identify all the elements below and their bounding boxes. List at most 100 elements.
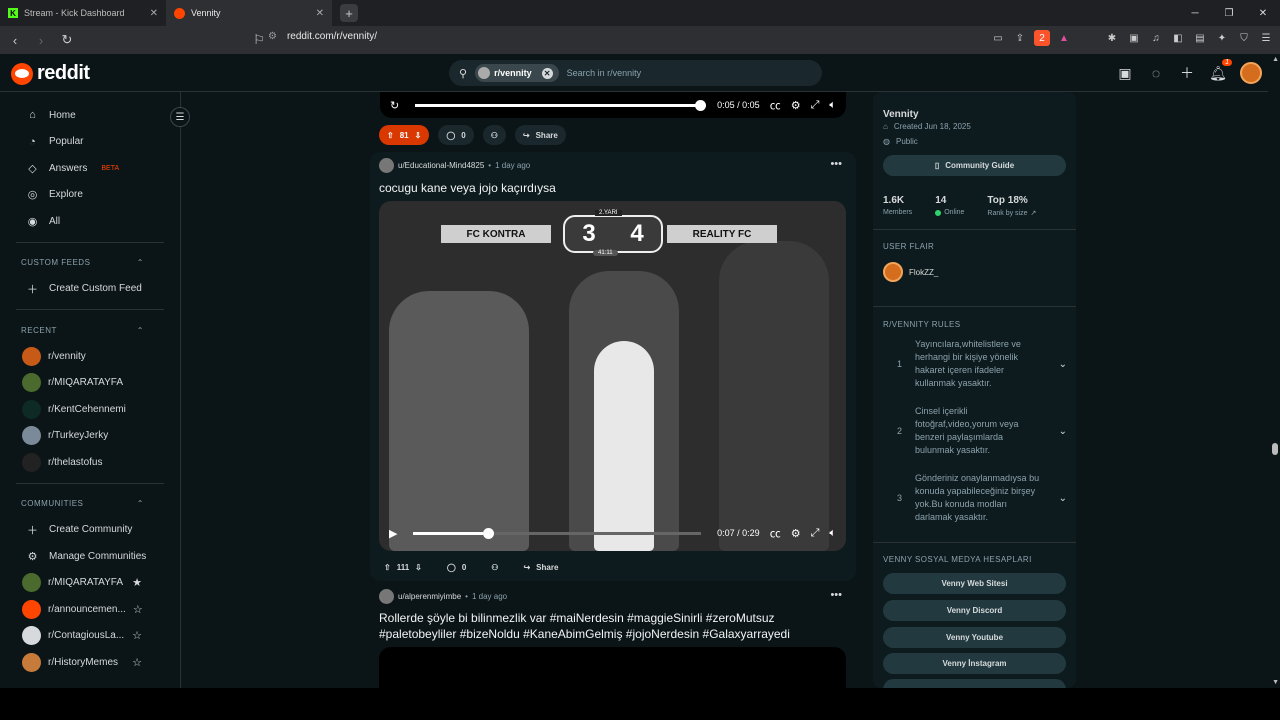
- back-icon[interactable]: ‹: [4, 29, 26, 51]
- community-item[interactable]: r/ContagiousLa... ☆: [0, 623, 180, 650]
- create-post-icon[interactable]: ＋: [1178, 64, 1196, 82]
- brave-rewards-icon[interactable]: ▲: [1056, 30, 1072, 46]
- collapse-nav-button[interactable]: ☰: [170, 107, 190, 127]
- video-player[interactable]: FC KONTRA 3 4 2.YARI 41:11 REALITY FC ▶ …: [379, 201, 846, 551]
- new-tab-button[interactable]: +: [340, 4, 358, 22]
- fullscreen-icon[interactable]: ⤢: [811, 99, 820, 112]
- recent-header[interactable]: RECENT ⌃: [0, 317, 180, 343]
- nav-answers[interactable]: ◇ Answers BETA: [0, 155, 180, 182]
- advertise-icon[interactable]: ▣: [1116, 64, 1134, 82]
- settings-icon[interactable]: ⚙: [791, 99, 801, 112]
- settings-icon[interactable]: ⚙: [791, 527, 801, 540]
- vpn-shield-icon[interactable]: ⛉: [1236, 30, 1252, 46]
- wallet-icon[interactable]: ▤: [1192, 30, 1208, 46]
- top-progress-track[interactable]: [415, 99, 707, 111]
- award-button[interactable]: ⚇: [482, 125, 506, 145]
- leo-ai-icon[interactable]: ✦: [1214, 30, 1230, 46]
- recent-item[interactable]: r/KentCehennemi: [0, 396, 180, 423]
- menu-icon[interactable]: ☰: [1258, 30, 1274, 46]
- star-outline-icon[interactable]: ☆: [132, 629, 142, 642]
- scroll-up-icon[interactable]: ▲: [1272, 56, 1279, 63]
- downvote-icon[interactable]: ⇩: [415, 131, 422, 140]
- community-item[interactable]: r/MIQARATAYFA ★: [0, 570, 180, 597]
- chevron-down-icon[interactable]: ⌄: [1059, 425, 1067, 438]
- post-card[interactable]: u/Educational-Mind4825 • 1 day ago ••• c…: [370, 152, 856, 581]
- manage-communities[interactable]: ⚙ Manage Communities: [0, 543, 180, 570]
- scroll-down-icon[interactable]: ▼: [1272, 679, 1279, 686]
- volume-icon[interactable]: 🔈︎: [829, 99, 836, 112]
- search-bar[interactable]: ⚲ r/vennity ✕ Search in r/vennity: [449, 60, 822, 86]
- browser-tab-vennity[interactable]: Vennity ✕: [166, 0, 332, 26]
- recent-item[interactable]: r/vennity: [0, 343, 180, 370]
- close-icon[interactable]: ✕: [150, 8, 158, 19]
- chat-icon[interactable]: ◌: [1147, 64, 1165, 82]
- downvote-icon[interactable]: ⇩: [415, 563, 422, 572]
- user-flair[interactable]: FlokZZ_: [883, 262, 938, 282]
- user-avatar[interactable]: [1240, 62, 1262, 84]
- rule-item[interactable]: 3 Gönderiniz onaylanmadıysa bu konuda yap…: [897, 472, 1067, 524]
- community-item[interactable]: r/HistoryMemes ☆: [0, 649, 180, 676]
- comments-button[interactable]: ◯ 0: [438, 125, 474, 145]
- author-name[interactable]: u/alperenmiyimbe: [398, 592, 461, 601]
- scroll-thumb[interactable]: [1272, 443, 1278, 455]
- reddit-logo[interactable]: reddit: [11, 62, 90, 85]
- more-options-icon[interactable]: •••: [830, 158, 842, 170]
- play-icon[interactable]: ▶: [389, 527, 397, 540]
- replay-icon[interactable]: ↻: [390, 99, 399, 112]
- search-input[interactable]: Search in r/vennity: [567, 68, 642, 78]
- post-title[interactable]: Rollerde şöyle bi bilinmezlik var #maiNe…: [379, 610, 839, 642]
- create-custom-feed[interactable]: ＋ Create Custom Feed: [0, 276, 180, 303]
- minimize-icon[interactable]: ─: [1178, 0, 1212, 26]
- forward-icon[interactable]: ›: [30, 29, 52, 51]
- social-link-more[interactable]: [883, 679, 1066, 688]
- community-guide-button[interactable]: ▯ Community Guide: [883, 155, 1066, 176]
- rule-item[interactable]: 2 Cinsel içerikli fotoğraf,video,yorum ve…: [897, 405, 1067, 457]
- social-link-website[interactable]: Venny Web Sitesi: [883, 573, 1066, 594]
- rule-item[interactable]: 1 Yayıncılara,whitelistlere ve herhangi b…: [897, 338, 1067, 390]
- custom-feeds-header[interactable]: CUSTOM FEEDS ⌃: [0, 250, 180, 276]
- clear-chip-icon[interactable]: ✕: [541, 67, 553, 79]
- recent-item[interactable]: r/TurkeyJerky: [0, 423, 180, 450]
- fullscreen-icon[interactable]: ⤢: [811, 527, 820, 540]
- recent-item[interactable]: r/MIQARATAYFA: [0, 370, 180, 397]
- page-scrollbar[interactable]: ▲ ▼: [1268, 54, 1280, 688]
- nav-all[interactable]: ◉ All: [0, 208, 180, 235]
- close-window-icon[interactable]: ✕: [1246, 0, 1280, 26]
- progress-knob[interactable]: [482, 527, 494, 539]
- close-icon[interactable]: ✕: [316, 8, 324, 19]
- cast-icon[interactable]: ▭: [990, 30, 1006, 46]
- stat-rank[interactable]: Top 18% Rank by size ↗: [987, 195, 1036, 217]
- brave-shields-icon[interactable]: 2: [1034, 30, 1050, 46]
- author-avatar[interactable]: [379, 158, 394, 173]
- browser-tab-kick[interactable]: K Stream - Kick Dashboard ✕: [0, 0, 166, 26]
- subreddit-search-chip[interactable]: r/vennity ✕: [475, 64, 559, 82]
- vote-control[interactable]: ⇧ 81 ⇩: [379, 125, 430, 145]
- create-community[interactable]: ＋ Create Community: [0, 517, 180, 544]
- star-filled-icon[interactable]: ★: [132, 576, 142, 589]
- upvote-icon[interactable]: ⇧: [384, 563, 391, 572]
- share-page-icon[interactable]: ⇪: [1012, 30, 1028, 46]
- screenshot-icon[interactable]: ▣: [1126, 30, 1142, 46]
- post-media[interactable]: [379, 647, 846, 688]
- author-avatar[interactable]: [379, 589, 394, 604]
- award-button[interactable]: ⚇: [483, 557, 506, 577]
- comments-button[interactable]: ◯ 0: [439, 557, 474, 577]
- captions-icon[interactable]: ㏄: [770, 525, 781, 541]
- nav-home[interactable]: ⌂ Home: [0, 102, 180, 129]
- progress-track[interactable]: [413, 527, 702, 539]
- post-title[interactable]: cocugu kane veya jojo kaçırdıysa: [379, 180, 839, 196]
- sidebar-toggle-icon[interactable]: ◧: [1170, 30, 1186, 46]
- music-icon[interactable]: ♫: [1148, 30, 1164, 46]
- share-button[interactable]: ↪ Share: [515, 557, 566, 577]
- star-outline-icon[interactable]: ☆: [132, 656, 142, 669]
- nav-popular[interactable]: ◔ Popular: [0, 129, 180, 156]
- volume-icon[interactable]: 🔈︎: [829, 527, 836, 540]
- chevron-down-icon[interactable]: ⌄: [1059, 492, 1067, 505]
- community-item[interactable]: r/announcemen... ☆: [0, 596, 180, 623]
- site-info-icon[interactable]: ⚙: [268, 31, 277, 42]
- communities-header[interactable]: COMMUNITIES ⌃: [0, 491, 180, 517]
- more-options-icon[interactable]: •••: [830, 589, 842, 601]
- author-name[interactable]: u/Educational-Mind4825: [398, 161, 484, 170]
- share-button[interactable]: ↪ Share: [514, 125, 566, 145]
- social-link-youtube[interactable]: Venny Youtube: [883, 627, 1066, 648]
